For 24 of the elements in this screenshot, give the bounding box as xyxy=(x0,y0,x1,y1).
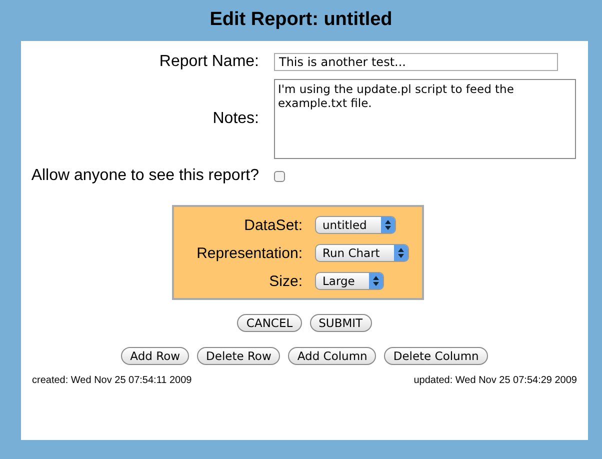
created-timestamp: created: Wed Nov 25 07:54:11 2009 xyxy=(32,375,192,386)
page-title: Edit Report: untitled xyxy=(208,8,394,32)
stepper-icon xyxy=(394,245,408,261)
checkbox[interactable] xyxy=(274,170,285,182)
dropdown[interactable]: Run Chart xyxy=(314,244,409,262)
table-button[interactable]: Add Column xyxy=(288,347,376,365)
report-name-field[interactable]: This is another test... xyxy=(274,53,558,71)
option-label: Size: xyxy=(268,272,302,290)
field-label: Notes: xyxy=(212,110,259,128)
field-label: Allow anyone to see this report? xyxy=(30,167,259,185)
option-label: DataSet: xyxy=(243,216,302,234)
table-button[interactable]: Delete Column xyxy=(384,347,488,365)
form-button[interactable]: SUBMIT xyxy=(310,314,372,332)
table-button[interactable]: Add Row xyxy=(121,347,190,365)
dropdown[interactable]: untitled xyxy=(314,216,396,234)
stepper-icon xyxy=(380,217,395,233)
table-button[interactable]: Delete Row xyxy=(197,347,280,365)
notes-field[interactable]: I'm using the update.pl script to feed the example.txt file. xyxy=(274,79,576,159)
stepper-icon xyxy=(368,273,383,289)
form-button[interactable]: CANCEL xyxy=(237,314,302,332)
option-label: Representation: xyxy=(196,244,302,262)
dropdown[interactable]: Large xyxy=(314,272,384,290)
field-label: Report Name: xyxy=(158,53,259,71)
updated-timestamp: updated: Wed Nov 25 07:54:29 2009 xyxy=(414,375,577,386)
